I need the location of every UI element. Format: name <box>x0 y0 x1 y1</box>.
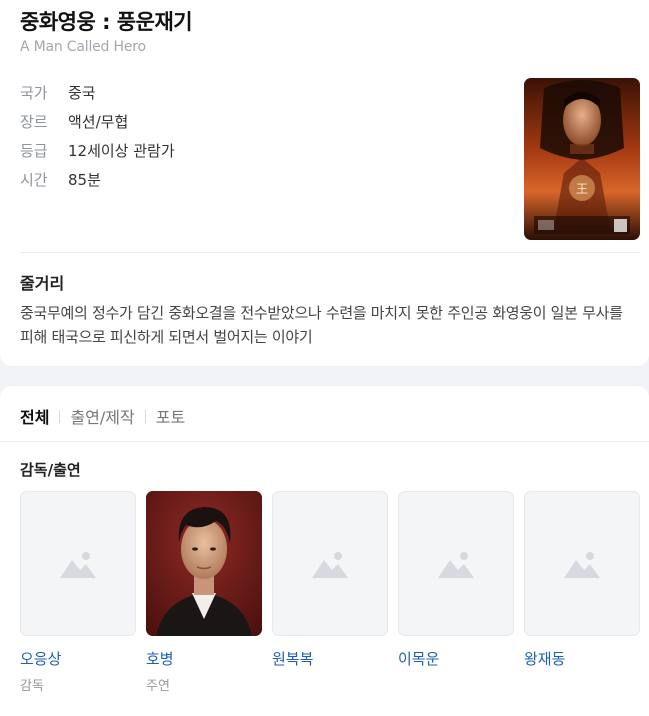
info-row-runtime: 시간 85분 <box>20 165 175 194</box>
person-role: 감독 <box>20 679 44 694</box>
person-photo <box>146 491 262 636</box>
person-thumbnail[interactable] <box>272 491 388 636</box>
person-thumbnail[interactable] <box>398 491 514 636</box>
tab-bar: 전체 출연/제작 포토 <box>20 404 185 428</box>
person-thumbnail[interactable] <box>20 491 136 636</box>
cast-person[interactable]: 오응상 감독 <box>20 491 136 694</box>
info-row-genre: 장르 액션/무협 <box>20 107 175 136</box>
tab-photos[interactable]: 포토 <box>156 404 185 428</box>
movie-title: 중화영웅 : 풍운재기 <box>20 10 193 34</box>
person-name[interactable]: 왕재동 <box>524 648 640 669</box>
tab-all[interactable]: 전체 <box>20 404 49 428</box>
section-divider <box>20 252 640 253</box>
cast-heading: 감독/출연 <box>20 461 81 479</box>
svg-text:王: 王 <box>576 182 588 196</box>
movie-poster[interactable]: 王 <box>524 78 640 240</box>
image-placeholder-icon <box>438 551 474 578</box>
info-value: 중국 <box>68 84 96 102</box>
person-name[interactable]: 원복복 <box>272 648 388 669</box>
info-label: 등급 <box>20 142 48 160</box>
image-placeholder-icon <box>564 551 600 578</box>
tab-cast-crew[interactable]: 출연/제작 <box>70 404 134 428</box>
movie-original-title: A Man Called Hero <box>20 39 146 55</box>
cast-person[interactable]: 호병 주연 <box>146 491 262 694</box>
movie-poster-image: 王 <box>524 78 640 240</box>
info-value: 85분 <box>68 171 101 189</box>
person-name[interactable]: 호병 <box>146 648 262 669</box>
info-label: 국가 <box>20 84 48 102</box>
image-placeholder-icon <box>312 551 348 578</box>
tab-separator <box>144 409 146 423</box>
tab-divider <box>0 441 649 442</box>
image-placeholder-icon <box>60 551 96 578</box>
info-row-country: 국가 중국 <box>20 78 175 107</box>
info-label: 시간 <box>20 171 48 189</box>
movie-info-list: 국가 중국 장르 액션/무협 등급 12세이상 관람가 시간 85분 <box>20 78 175 194</box>
info-label: 장르 <box>20 113 48 131</box>
person-thumbnail[interactable] <box>524 491 640 636</box>
person-role: 주연 <box>146 679 170 694</box>
cast-person[interactable]: 이목운 <box>398 491 514 694</box>
cast-person[interactable]: 원복복 <box>272 491 388 694</box>
person-thumbnail[interactable] <box>146 491 262 636</box>
movie-info-card: 중화영웅 : 풍운재기 A Man Called Hero 국가 중국 장르 액… <box>0 0 649 366</box>
info-row-rating: 등급 12세이상 관람가 <box>20 136 175 165</box>
info-value: 액션/무협 <box>68 113 129 131</box>
person-name[interactable]: 이목운 <box>398 648 514 669</box>
cast-person[interactable]: 왕재동 <box>524 491 640 694</box>
tab-separator <box>59 409 61 423</box>
synopsis-heading: 줄거리 <box>20 274 65 293</box>
synopsis-text: 중국무예의 정수가 담긴 중화오결을 전수받았으나 수련을 마치지 못한 주인공… <box>20 304 623 346</box>
person-name[interactable]: 오응상 <box>20 648 136 669</box>
cast-list: 오응상 감독 호병 주연 원복복 이목운 왕재동 <box>20 491 640 694</box>
info-value: 12세이상 관람가 <box>68 142 175 160</box>
